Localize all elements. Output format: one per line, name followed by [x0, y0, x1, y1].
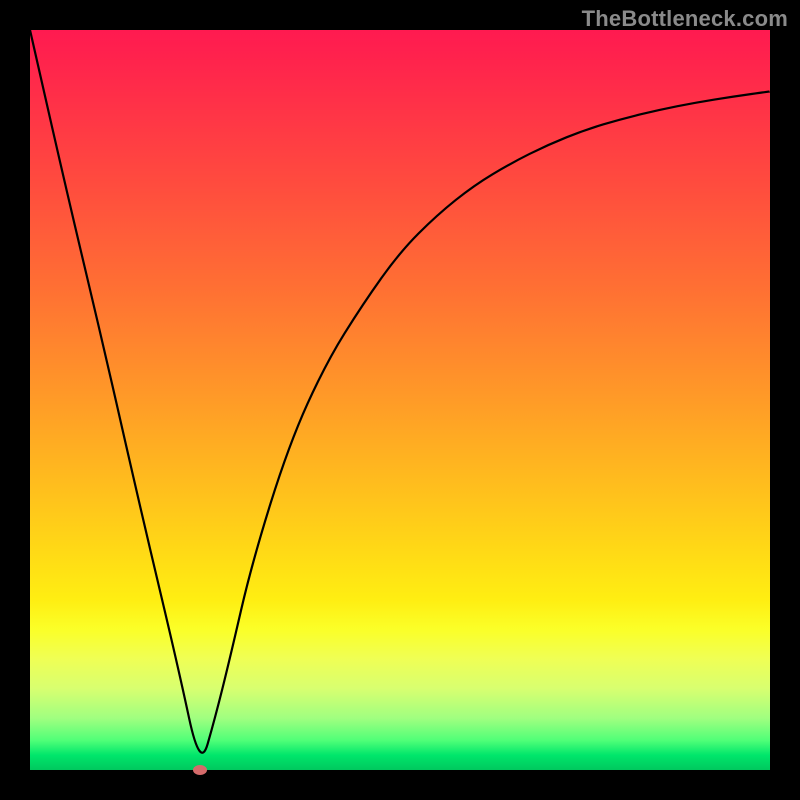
minimum-marker: [193, 765, 207, 775]
chart-frame: TheBottleneck.com: [0, 0, 800, 800]
plot-area: [30, 30, 770, 770]
bottleneck-curve: [30, 30, 770, 770]
watermark-text: TheBottleneck.com: [582, 6, 788, 32]
